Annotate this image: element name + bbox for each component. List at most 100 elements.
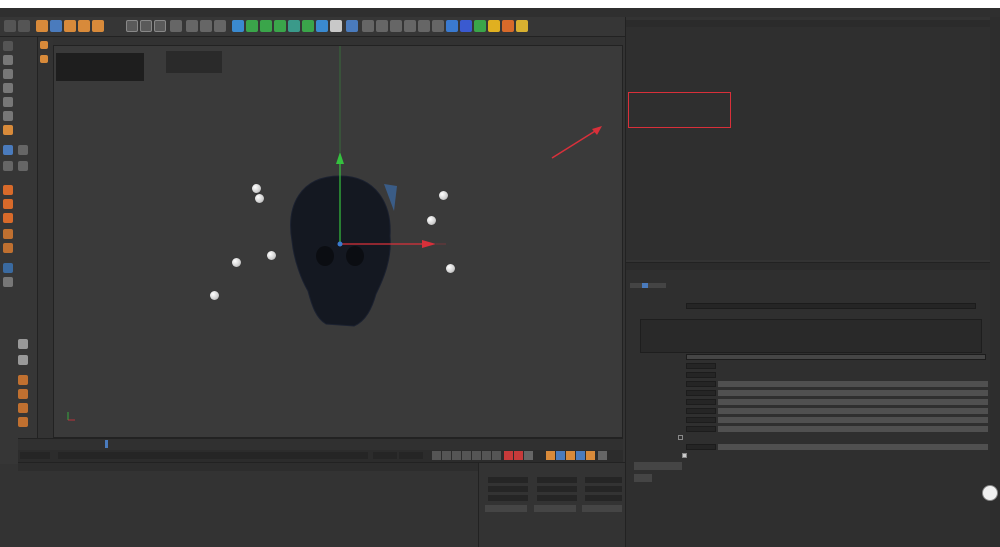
object-row[interactable] bbox=[626, 39, 990, 46]
param-value[interactable] bbox=[686, 417, 716, 423]
size-z-field[interactable] bbox=[537, 495, 577, 501]
timeline-ruler[interactable] bbox=[18, 440, 608, 448]
record-icon[interactable] bbox=[504, 451, 513, 460]
param-slider[interactable] bbox=[718, 408, 988, 414]
object-row[interactable] bbox=[626, 71, 990, 78]
plugin-s-icon[interactable] bbox=[3, 213, 13, 223]
symmetry-icon[interactable] bbox=[418, 20, 430, 32]
rotation-p-field[interactable] bbox=[585, 486, 622, 492]
tweak-mode-icon[interactable] bbox=[3, 161, 13, 171]
param-slider[interactable] bbox=[718, 417, 988, 423]
light-object-icon[interactable] bbox=[516, 20, 528, 32]
object-row[interactable] bbox=[626, 47, 990, 54]
param-value[interactable] bbox=[686, 354, 986, 360]
snap-icon[interactable] bbox=[432, 20, 444, 32]
object-row[interactable] bbox=[626, 63, 990, 70]
rotate-tool-icon[interactable] bbox=[78, 20, 90, 32]
viewport-layout-icon[interactable] bbox=[346, 20, 358, 32]
polygon-mode-icon[interactable] bbox=[376, 20, 388, 32]
y-axis-icon[interactable] bbox=[140, 20, 152, 32]
spline-icon[interactable] bbox=[18, 375, 28, 385]
attribute-menu-item[interactable] bbox=[646, 264, 650, 269]
sun-icon[interactable] bbox=[488, 20, 500, 32]
param-value[interactable] bbox=[686, 372, 716, 378]
size-y-field[interactable] bbox=[537, 486, 577, 492]
size-mode-select[interactable] bbox=[534, 505, 576, 512]
key-scale-icon[interactable] bbox=[556, 451, 565, 460]
spline4-icon[interactable] bbox=[18, 417, 28, 427]
param-slider[interactable] bbox=[718, 390, 988, 396]
tab-display[interactable] bbox=[660, 283, 666, 288]
param-slider[interactable] bbox=[718, 399, 988, 405]
emitter-sphere[interactable] bbox=[439, 191, 448, 200]
point-mode-icon[interactable] bbox=[404, 20, 416, 32]
cursor-icon[interactable] bbox=[362, 20, 374, 32]
param-value[interactable] bbox=[686, 426, 716, 432]
move-tool-icon[interactable] bbox=[50, 20, 62, 32]
previous-key-icon[interactable] bbox=[442, 451, 451, 460]
scale-tool-icon[interactable] bbox=[64, 20, 76, 32]
position-x-field[interactable] bbox=[488, 477, 528, 483]
redshift-render-icon[interactable] bbox=[460, 20, 472, 32]
camera-icon[interactable] bbox=[316, 20, 328, 32]
material-menu-item[interactable] bbox=[54, 464, 58, 469]
redo-icon[interactable] bbox=[18, 20, 30, 32]
rotation-b-field[interactable] bbox=[585, 495, 622, 501]
apply-button[interactable] bbox=[582, 505, 622, 512]
use-initial-state-checkbox[interactable] bbox=[682, 453, 687, 458]
snap-settings-icon[interactable] bbox=[18, 145, 28, 155]
links-list[interactable] bbox=[640, 319, 982, 353]
object-row[interactable] bbox=[626, 143, 990, 150]
timeline-settings-icon[interactable] bbox=[598, 451, 607, 460]
object-row[interactable] bbox=[626, 159, 990, 166]
grid-dots2-icon[interactable] bbox=[18, 355, 28, 365]
render-picture-viewer-icon[interactable] bbox=[200, 20, 212, 32]
start-frame-field[interactable] bbox=[20, 452, 50, 459]
size-x-field[interactable] bbox=[537, 477, 577, 483]
param-value[interactable] bbox=[686, 390, 716, 396]
keyframe-selection-icon[interactable] bbox=[524, 451, 533, 460]
layer-icon[interactable] bbox=[3, 263, 13, 273]
position-z-field[interactable] bbox=[488, 495, 528, 501]
key-pla-icon[interactable] bbox=[586, 451, 595, 460]
viewport[interactable] bbox=[53, 45, 623, 438]
play-icon[interactable] bbox=[462, 451, 471, 460]
min-frame-field[interactable] bbox=[58, 452, 368, 459]
emitter-sphere[interactable] bbox=[446, 264, 455, 273]
brush-icon[interactable] bbox=[3, 243, 13, 253]
previous-frame-icon[interactable] bbox=[452, 451, 461, 460]
emitter-sphere[interactable] bbox=[427, 216, 436, 225]
param-value[interactable] bbox=[686, 399, 716, 405]
plugin-icon[interactable] bbox=[474, 20, 486, 32]
go-to-end-icon[interactable] bbox=[492, 451, 501, 460]
coordinate-system-icon[interactable] bbox=[170, 20, 182, 32]
emitter-sphere[interactable] bbox=[255, 194, 264, 203]
create-initial-state-button[interactable] bbox=[634, 462, 682, 470]
polygons-mode-icon[interactable] bbox=[3, 125, 13, 135]
object-row[interactable] bbox=[626, 55, 990, 62]
cloner-icon[interactable] bbox=[274, 20, 286, 32]
coordinate-mode-select[interactable] bbox=[485, 505, 527, 512]
points-mode-icon[interactable] bbox=[3, 97, 13, 107]
end-frame-field[interactable] bbox=[399, 452, 423, 459]
grid-icon[interactable] bbox=[446, 20, 458, 32]
object-row[interactable] bbox=[626, 151, 990, 158]
scene-link-field[interactable] bbox=[686, 303, 976, 309]
workplane-icon[interactable] bbox=[3, 83, 13, 93]
next-key-icon[interactable] bbox=[482, 451, 491, 460]
timeline-playhead[interactable] bbox=[105, 440, 108, 448]
z-axis-icon[interactable] bbox=[154, 20, 166, 32]
enable-axis-icon[interactable] bbox=[3, 145, 13, 155]
environment-icon[interactable] bbox=[302, 20, 314, 32]
quantize-icon[interactable] bbox=[18, 161, 28, 171]
light-icon[interactable] bbox=[330, 20, 342, 32]
grid-dots-icon[interactable] bbox=[18, 339, 28, 349]
compute-vorticity-checkbox[interactable] bbox=[678, 435, 683, 440]
object-row[interactable] bbox=[626, 31, 990, 38]
undo-icon[interactable] bbox=[4, 20, 16, 32]
max-frame-field[interactable] bbox=[373, 452, 397, 459]
model-mode-icon[interactable] bbox=[3, 55, 13, 65]
pen-icon[interactable] bbox=[246, 20, 258, 32]
key-position-icon[interactable] bbox=[546, 451, 555, 460]
texture-mode-icon[interactable] bbox=[3, 69, 13, 79]
